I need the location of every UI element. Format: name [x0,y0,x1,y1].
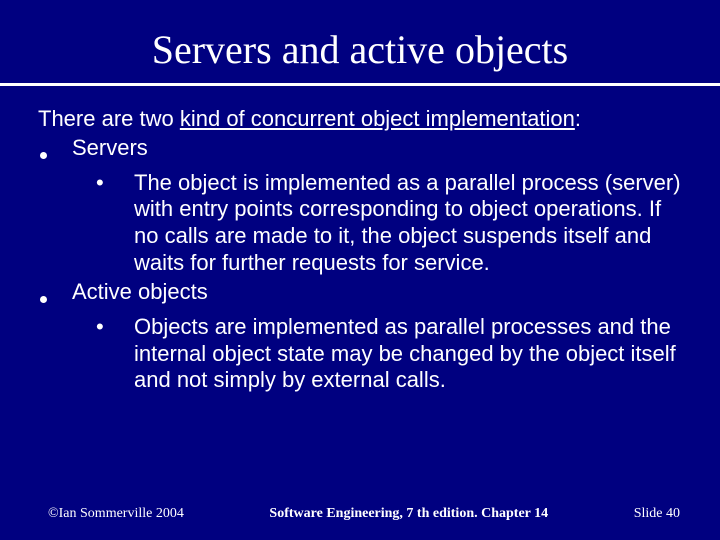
sub-item-text: The object is implemented as a parallel … [134,170,682,277]
footer: ©Ian Sommerville 2004 Software Engineeri… [0,506,720,522]
intro-underlined: kind of concurrent object implementation [180,106,575,131]
intro-plain: There are two [38,106,180,131]
list-item: Servers [38,135,682,168]
intro-line: There are two kind of concurrent object … [38,106,682,133]
sub-bullet-icon: • [96,314,134,341]
slide-title: Servers and active objects [0,26,720,73]
bullet-icon [38,135,72,168]
sub-list-item: • Objects are implemented as parallel pr… [38,314,682,394]
sub-list-item: • The object is implemented as a paralle… [38,170,682,277]
footer-slide-number: Slide 40 [634,506,680,522]
title-area: Servers and active objects [0,0,720,73]
sub-item-text: Objects are implemented as parallel proc… [134,314,682,394]
footer-copyright: ©Ian Sommerville 2004 [48,506,184,522]
item-label: Active objects [72,279,682,306]
slide: Servers and active objects There are two… [0,0,720,540]
slide-content: There are two kind of concurrent object … [0,86,720,394]
list-item: Active objects [38,279,682,312]
sub-bullet-icon: • [96,170,134,197]
item-label: Servers [72,135,682,162]
intro-tail: : [575,106,581,131]
bullet-icon [38,279,72,312]
footer-book-title: Software Engineering, 7 th edition. Chap… [184,506,634,522]
